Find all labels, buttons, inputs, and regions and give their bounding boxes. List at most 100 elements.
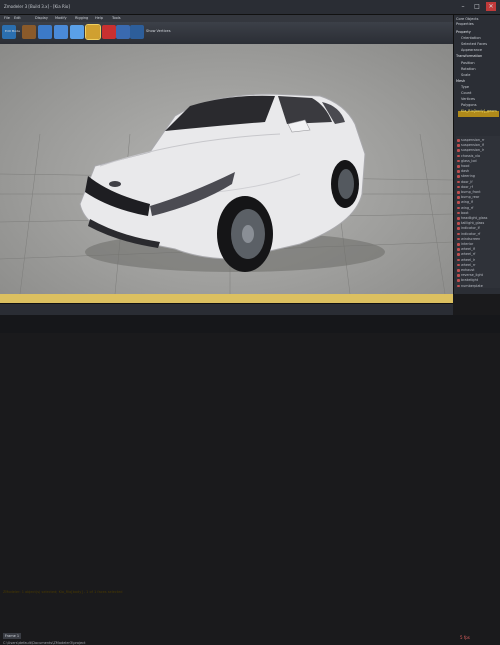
object-list-item[interactable]: indicator_lf <box>461 226 480 230</box>
close-button[interactable]: ✕ <box>486 2 496 11</box>
menu-bar <box>0 15 453 22</box>
property-row[interactable]: Property <box>456 30 471 34</box>
object-list-item[interactable]: headlight_glass <box>461 216 487 220</box>
object-type-icon <box>457 279 460 282</box>
object-list-item[interactable]: exhaust <box>461 268 475 272</box>
object-list-item[interactable]: taillight_glass <box>461 221 484 225</box>
object-type-icon <box>457 237 460 241</box>
texture-icon[interactable] <box>102 25 116 39</box>
object-type-icon <box>457 248 460 251</box>
object-type-icon <box>457 196 460 199</box>
title-bar: Zmodeler 3 [Build 3.x] - [Kia Rio] – □ ✕ <box>0 0 500 15</box>
property-row[interactable]: Position <box>461 61 475 65</box>
tab-properties[interactable]: Properties <box>456 22 474 26</box>
console-text: ZModeler: 1 object(s) selected; Kia_Rio[… <box>3 590 123 594</box>
object-list-item[interactable]: door_rf <box>461 185 473 189</box>
object-list-item[interactable]: boot <box>461 211 469 215</box>
object-type-icon <box>457 191 460 194</box>
rotate-icon[interactable] <box>54 25 68 39</box>
object-list-item[interactable]: brakelight <box>461 278 478 282</box>
property-row[interactable]: Orientation <box>461 36 481 40</box>
material-icon[interactable] <box>85 24 101 40</box>
object-list-item[interactable]: wing_lf <box>461 200 473 204</box>
object-type-icon <box>457 139 460 142</box>
object-list-item[interactable]: windscreen <box>461 237 480 241</box>
object-list-item[interactable]: bump_rear <box>461 195 479 199</box>
lights-icon[interactable] <box>116 25 130 39</box>
menu-display[interactable]: Display <box>35 16 48 20</box>
property-row[interactable]: Polygons <box>461 103 477 107</box>
scene-render <box>0 93 453 294</box>
menu-help[interactable]: Help <box>95 16 103 20</box>
window-title: Zmodeler 3 [Build 3.x] - [Kia Rio] <box>4 4 70 9</box>
object-list-item[interactable]: suspension_lr <box>461 148 484 152</box>
object-type-icon <box>457 165 460 168</box>
menu-tools[interactable]: Tools <box>112 16 121 20</box>
object-type-icon <box>457 175 460 178</box>
property-row[interactable]: Type <box>461 85 469 89</box>
object-type-icon <box>457 211 460 215</box>
object-list-item[interactable]: hood <box>461 164 469 168</box>
object-type-icon <box>457 258 460 262</box>
object-list-item[interactable]: dash <box>461 169 469 173</box>
object-list-item[interactable]: indicator_rf <box>461 232 480 236</box>
property-row[interactable]: Appearance <box>461 48 482 52</box>
object-list-item[interactable]: numberplate <box>461 284 483 288</box>
object-list-item[interactable]: suspension_lf <box>461 143 484 147</box>
object-type-icon <box>457 232 460 236</box>
minimize-button[interactable]: – <box>458 2 468 11</box>
property-row[interactable]: Selected Faces <box>461 42 487 46</box>
object-type-icon <box>457 154 460 158</box>
property-row[interactable]: Count <box>461 91 471 95</box>
object-list-item[interactable]: wing_rf <box>461 206 473 210</box>
status-path: C:\Users\default\Documents\ZModeler3\pro… <box>3 641 86 645</box>
property-row[interactable]: Vertices <box>461 97 475 101</box>
move-icon[interactable] <box>38 25 52 39</box>
tab-core-objects[interactable]: Core Objects <box>456 17 478 21</box>
object-type-icon <box>457 253 460 256</box>
object-list-item[interactable]: wheel_lr <box>461 258 475 262</box>
maximize-button[interactable]: □ <box>472 2 482 11</box>
object-type-icon <box>457 206 460 210</box>
object-list-item[interactable]: wheel_rf <box>461 252 475 256</box>
show-vertices-button[interactable]: Show Vertices <box>146 29 171 33</box>
property-row[interactable]: Rotation <box>461 67 476 71</box>
object-list-item[interactable]: door_lf <box>461 180 473 184</box>
select-icon[interactable] <box>22 25 36 39</box>
object-type-icon <box>457 170 460 173</box>
property-row[interactable]: Kia_Rio[body]_geom <box>461 109 497 113</box>
scale-icon[interactable] <box>70 25 84 39</box>
object-list-item[interactable]: interior <box>461 242 473 246</box>
object-type-icon <box>457 227 460 230</box>
object-list-item[interactable]: steering <box>461 174 475 178</box>
object-list-item[interactable]: wheel_rr <box>461 263 475 267</box>
object-type-icon <box>457 185 460 189</box>
object-type-icon <box>457 263 460 267</box>
property-row[interactable]: Transformation <box>456 54 482 58</box>
menu-edit[interactable]: Edit <box>14 16 21 20</box>
status-bar: Frame 1 C:\Users\default\Documents\ZMode… <box>0 315 500 645</box>
frame-field[interactable]: Frame 1 <box>3 633 21 639</box>
console-bar: ZModeler: 1 object(s) selected; Kia_Rio[… <box>0 294 453 594</box>
object-list-item[interactable]: bump_front <box>461 190 481 194</box>
object-type-icon <box>457 217 460 220</box>
object-list-item[interactable]: suspension_rr <box>461 138 484 142</box>
object-list-item[interactable]: glass_lod <box>461 159 477 163</box>
menu-modify[interactable]: Modify <box>55 16 67 20</box>
viewport-3d[interactable] <box>0 44 453 294</box>
object-type-icon <box>457 201 460 204</box>
object-type-icon <box>457 149 460 152</box>
render-icon[interactable] <box>130 25 144 39</box>
property-row[interactable]: Scale <box>461 73 470 77</box>
menu-rigging[interactable]: Rigging <box>75 16 88 20</box>
fps-counter: 5 fps <box>460 635 470 640</box>
object-type-icon <box>457 284 460 288</box>
object-type-icon <box>457 180 460 184</box>
object-list-item[interactable]: chassis_vlo <box>461 154 480 158</box>
property-row[interactable]: Mesh <box>456 79 465 83</box>
object-list-item[interactable]: reverse_light <box>461 273 483 277</box>
menu-file[interactable]: File <box>4 16 10 20</box>
object-type-icon <box>457 269 460 272</box>
object-list-item[interactable]: wheel_lf <box>461 247 475 251</box>
object-type-icon <box>457 243 460 246</box>
